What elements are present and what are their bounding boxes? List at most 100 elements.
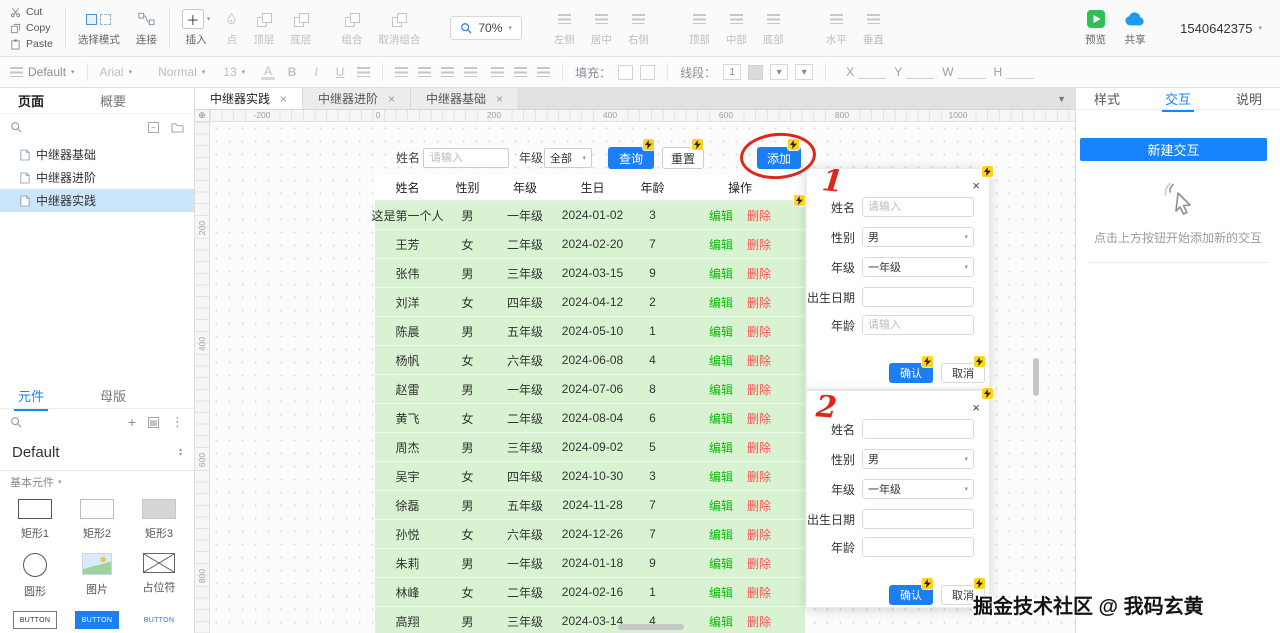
- select-mode-button[interactable]: 选择模式: [78, 9, 120, 47]
- widget-placeholder[interactable]: 占位符: [143, 553, 176, 599]
- edit-link[interactable]: 编辑: [709, 526, 733, 543]
- delete-link[interactable]: 删除: [747, 207, 771, 224]
- zoom-select[interactable]: 70% ▾: [450, 16, 522, 40]
- widget-rect2[interactable]: 矩形2: [80, 499, 114, 541]
- tab-interaction[interactable]: 交互: [1161, 89, 1195, 112]
- delete-link[interactable]: 删除: [747, 584, 771, 601]
- delete-link[interactable]: 删除: [747, 294, 771, 311]
- copy-button[interactable]: Copy: [10, 21, 53, 36]
- align-tool-button[interactable]: 右侧: [628, 9, 649, 47]
- widget-image[interactable]: 图片: [82, 553, 112, 599]
- table-row[interactable]: 吴宇 女 四年级 2024-10-30 3 编辑 删除: [375, 462, 805, 491]
- kebab-menu-icon[interactable]: ⋮: [171, 414, 184, 430]
- edit-link[interactable]: 编辑: [709, 613, 733, 630]
- delete-link[interactable]: 删除: [747, 381, 771, 398]
- font-family-select[interactable]: Arial ▾: [100, 65, 133, 79]
- layer-tool-button[interactable]: 取消组合: [378, 9, 420, 47]
- line-style-select[interactable]: ▾: [770, 64, 789, 80]
- w-input[interactable]: [957, 65, 986, 79]
- edit-link[interactable]: 编辑: [709, 381, 733, 398]
- account-menu[interactable]: 1540642375 ▾: [1180, 21, 1262, 36]
- dialog-age-input[interactable]: [862, 315, 974, 335]
- widget-rect1[interactable]: 矩形1: [18, 499, 52, 541]
- library-icon[interactable]: ▤: [148, 416, 159, 428]
- share-button[interactable]: 共享: [1124, 9, 1146, 47]
- table-row[interactable]: 朱莉 男 一年级 2024-01-18 9 编辑 删除: [375, 549, 805, 578]
- align-text-justify-icon[interactable]: [464, 67, 478, 77]
- fill-color-swatch[interactable]: [618, 64, 634, 80]
- edit-link[interactable]: 编辑: [709, 294, 733, 311]
- table-row[interactable]: 黄飞 女 二年级 2024-08-04 6 编辑 删除: [375, 404, 805, 433]
- dialog-grade-select[interactable]: 一年级 ▾: [862, 257, 974, 277]
- add-folder-icon[interactable]: [171, 122, 184, 133]
- delete-link[interactable]: 删除: [747, 265, 771, 282]
- table-row[interactable]: 赵雷 男 一年级 2024-07-06 8 编辑 删除: [375, 375, 805, 404]
- bullet-list-icon[interactable]: [357, 67, 371, 77]
- font-weight-select[interactable]: Normal ▾: [158, 65, 205, 79]
- close-icon[interactable]: ×: [972, 179, 980, 192]
- edit-link[interactable]: 编辑: [709, 352, 733, 369]
- delete-link[interactable]: 删除: [747, 613, 771, 630]
- delete-link[interactable]: 删除: [747, 352, 771, 369]
- point-tool-button[interactable]: 点: [226, 9, 237, 47]
- cut-button[interactable]: Cut: [10, 5, 53, 20]
- vertical-align-middle-icon[interactable]: [514, 67, 528, 77]
- line-color-swatch[interactable]: [748, 64, 764, 80]
- tab-notes[interactable]: 说明: [1236, 89, 1262, 108]
- align-tool-button[interactable]: 水平: [826, 9, 847, 47]
- font-size-select[interactable]: 13 ▾: [223, 65, 245, 79]
- widget-link-button[interactable]: BUTTON链接按钮: [137, 611, 181, 633]
- edit-link[interactable]: 编辑: [709, 497, 733, 514]
- tab-masters[interactable]: 母版: [100, 386, 126, 405]
- layer-tool-button[interactable]: 组合: [341, 9, 362, 47]
- align-tool-button[interactable]: 垂直: [863, 9, 884, 47]
- table-row[interactable]: 王芳 女 二年级 2024-02-20 7 编辑 删除: [375, 230, 805, 259]
- table-row[interactable]: 高翔 男 三年级 2024-03-14 4 编辑 删除: [375, 607, 805, 633]
- widget-section-header[interactable]: 基本元件 ▾: [0, 471, 194, 493]
- widget-primary-button[interactable]: BUTTON主要按钮: [75, 611, 119, 633]
- align-tool-button[interactable]: 中部: [726, 9, 747, 47]
- y-input[interactable]: [906, 65, 935, 79]
- paste-button[interactable]: Paste: [10, 37, 53, 52]
- new-interaction-button[interactable]: 新建交互: [1080, 138, 1267, 161]
- edit-link[interactable]: 编辑: [709, 584, 733, 601]
- table-row[interactable]: 这是第一个人 男 一年级 2024-01-02 3 编辑 删除: [372, 201, 805, 230]
- search-icon[interactable]: [10, 416, 22, 428]
- horizontal-scrollbar[interactable]: [618, 624, 684, 630]
- tab-pages[interactable]: 页面: [18, 91, 44, 110]
- delete-link[interactable]: 删除: [747, 526, 771, 543]
- grade-filter-select[interactable]: 全部 ▾: [544, 148, 592, 168]
- edit-link[interactable]: 编辑: [709, 236, 733, 253]
- edit-link[interactable]: 编辑: [709, 468, 733, 485]
- font-color-button[interactable]: A: [261, 65, 276, 80]
- table-row[interactable]: 张伟 男 三年级 2024-03-15 9 编辑 删除: [375, 259, 805, 288]
- dialog-age-input[interactable]: [862, 537, 974, 557]
- close-tab-icon[interactable]: ×: [280, 92, 287, 106]
- doc-tab[interactable]: 中继器进阶 ×: [303, 88, 411, 109]
- table-row[interactable]: 刘洋 女 四年级 2024-04-12 2 编辑 删除: [375, 288, 805, 317]
- edit-link[interactable]: 编辑: [709, 265, 733, 282]
- align-text-right-icon[interactable]: [441, 67, 455, 77]
- edit-link[interactable]: 编辑: [709, 439, 733, 456]
- table-row[interactable]: 徐磊 男 五年级 2024-11-28 7 编辑 删除: [375, 491, 805, 520]
- vertical-align-bottom-icon[interactable]: [537, 67, 551, 77]
- style-preset-select[interactable]: Default ▾: [10, 65, 75, 79]
- x-input[interactable]: [858, 65, 887, 79]
- close-tab-icon[interactable]: ×: [496, 92, 503, 106]
- search-icon[interactable]: [10, 121, 22, 133]
- delete-link[interactable]: 删除: [747, 323, 771, 340]
- dialog-gender-select[interactable]: 男 ▾: [862, 227, 974, 247]
- dialog-birthday-input[interactable]: [862, 509, 974, 529]
- tab-outline[interactable]: 概要: [100, 91, 126, 110]
- widget-circle[interactable]: 圆形: [23, 553, 47, 599]
- h-input[interactable]: [1006, 65, 1035, 79]
- table-row[interactable]: 林峰 女 二年级 2024-02-16 1 编辑 删除: [375, 578, 805, 607]
- underline-button[interactable]: U: [333, 65, 347, 79]
- delete-link[interactable]: 删除: [747, 439, 771, 456]
- dialog-name-input[interactable]: [862, 419, 974, 439]
- page-item[interactable]: 中继器基础: [0, 143, 194, 166]
- bold-button[interactable]: B: [285, 65, 299, 79]
- insert-button[interactable]: ＋ ▾ 插入: [181, 9, 210, 47]
- connect-button[interactable]: 连接: [136, 9, 157, 47]
- edit-link[interactable]: 编辑: [709, 207, 733, 224]
